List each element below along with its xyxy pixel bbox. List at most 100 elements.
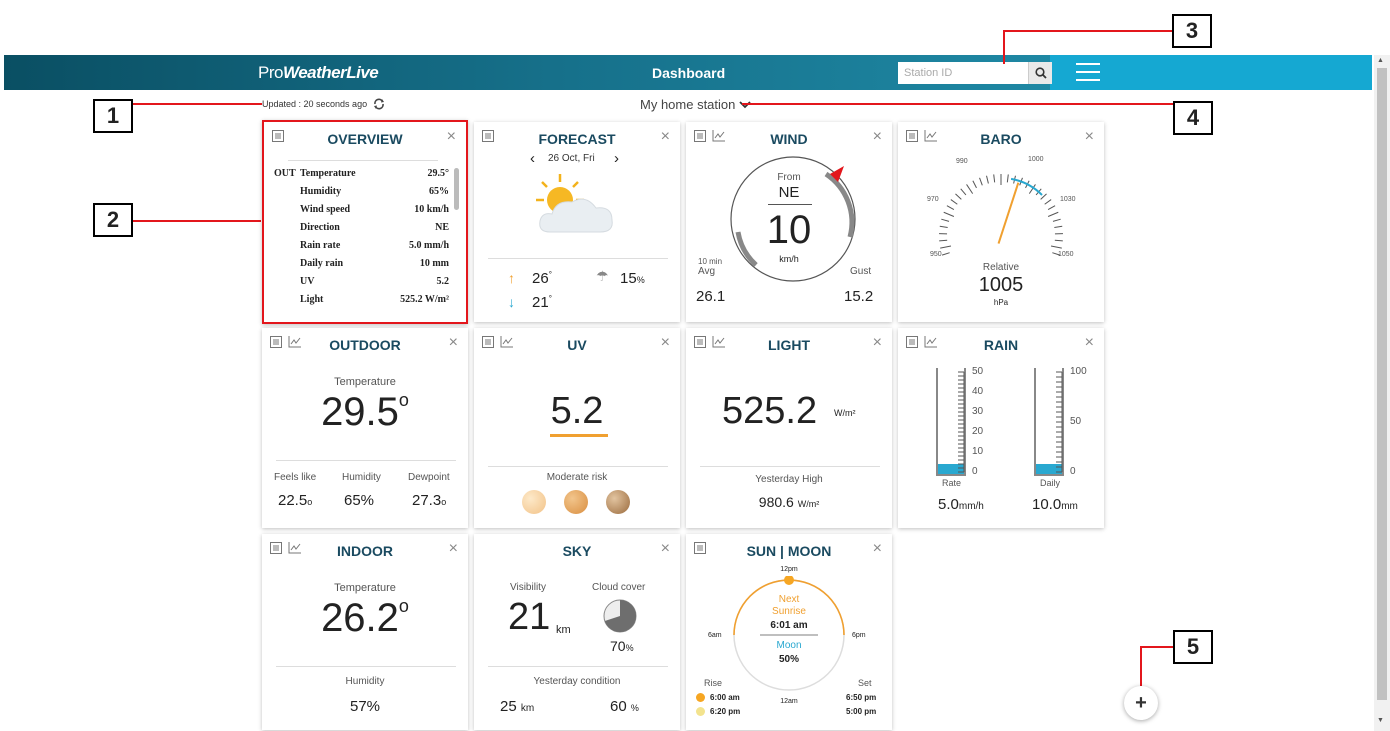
callout-4: 4 <box>1173 101 1213 135</box>
callout-1: 1 <box>93 99 133 133</box>
wind-title: WIND <box>770 131 808 147</box>
callout-3: 3 <box>1172 14 1212 48</box>
low-arrow-icon: ↓ <box>508 294 515 310</box>
divider <box>276 460 456 461</box>
forecast-title: FORECAST <box>538 131 616 147</box>
overview-row-label: Daily rain <box>300 258 344 269</box>
station-selector[interactable]: My home station <box>640 97 752 112</box>
moon-rise-time: 6:20 pm <box>710 707 741 716</box>
overview-row-value: 29.5° <box>427 168 450 179</box>
light-title: LIGHT <box>768 337 810 353</box>
feels-label: Feels like <box>274 472 317 483</box>
prev-day-button[interactable]: ‹ <box>530 150 535 167</box>
uv-value: 5.2 <box>550 390 604 432</box>
set-label: Set <box>858 678 872 688</box>
baro-tick-970: 970 <box>927 196 939 203</box>
close-icon[interactable]: × <box>873 334 882 352</box>
refresh-icon[interactable] <box>373 98 385 110</box>
overview-row-value: 5.0 mm/h <box>409 240 449 251</box>
temp-label: Temperature <box>334 376 396 388</box>
yesterday-high-label: Yesterday High <box>755 474 823 485</box>
overview-row-value: 10 mm <box>419 258 449 269</box>
divider <box>488 258 668 259</box>
station-id-input[interactable] <box>898 62 1028 84</box>
close-icon[interactable]: × <box>873 540 882 558</box>
light-value: 525.2 <box>722 390 818 432</box>
uv-level-bar <box>550 434 608 437</box>
sunrise-label: Sunrise <box>772 606 806 617</box>
rate-label: Rate <box>942 478 962 488</box>
divider <box>700 466 880 467</box>
rise-label: Rise <box>704 678 723 688</box>
time-12pm: 12pm <box>780 566 798 573</box>
feels-value: 22.5o <box>278 492 313 509</box>
app-logo[interactable]: ProWeatherLive <box>258 63 379 83</box>
avg-label-1: 10 min <box>698 257 723 266</box>
page-title: Dashboard <box>652 65 726 81</box>
close-icon[interactable]: × <box>873 128 882 146</box>
cloud-cover-pie <box>603 599 637 633</box>
rain-tick-label: 20 <box>972 426 984 437</box>
cloud-cover-value: 70% <box>610 638 634 654</box>
search-button[interactable] <box>1028 62 1052 84</box>
rain-tick-label: 0 <box>972 466 978 477</box>
sun-icon <box>696 693 705 702</box>
daily-scale <box>1056 371 1063 473</box>
overview-scrollbar[interactable] <box>454 168 459 210</box>
baro-tick-950: 950 <box>930 251 942 258</box>
close-icon[interactable]: × <box>449 540 458 558</box>
overview-row-value: 525.2 W/m² <box>400 294 449 305</box>
uv-card: UV × 5.2 Moderate risk <box>474 328 680 528</box>
umbrella-icon: ☂ <box>596 268 609 284</box>
dewpoint-value: 27.3o <box>412 492 447 509</box>
scroll-up-arrow[interactable]: ▲ <box>1377 57 1384 64</box>
callout-line-5b <box>1140 646 1142 686</box>
overview-row-value: NE <box>435 222 449 233</box>
rain-chance: 15% <box>620 270 645 287</box>
close-icon[interactable]: × <box>1085 128 1094 146</box>
close-icon[interactable]: × <box>449 334 458 352</box>
uv-title: UV <box>567 337 587 353</box>
light-unit: W/m² <box>834 408 856 418</box>
overview-row-value: 65% <box>429 186 449 197</box>
baro-gauge <box>939 174 1063 256</box>
callout-5: 5 <box>1173 630 1213 664</box>
rain-tick-label: 30 <box>972 406 984 417</box>
uv-risk: Moderate risk <box>546 472 608 483</box>
rain-tick-label: 10 <box>972 446 984 457</box>
callout-line-3b <box>1003 30 1005 64</box>
rate-scale <box>958 371 965 473</box>
baro-value: 1005 <box>978 274 1024 296</box>
overview-row-label: Humidity <box>300 186 342 197</box>
rain-tick-label: 0 <box>1070 466 1076 477</box>
baro-card: BARO × 990 1000 970 1030 950 1050 Relati… <box>898 122 1104 322</box>
wind-speed: 10 <box>766 208 812 252</box>
close-icon[interactable]: × <box>661 128 670 146</box>
humidity-value: 65% <box>344 492 375 509</box>
rain-rate-value: 5.0mm/h <box>938 496 984 513</box>
overview-row-label: UV <box>300 276 315 287</box>
baro-tick-1050: 1050 <box>1058 251 1074 258</box>
forecast-low: 21° <box>532 294 552 311</box>
skin-tone-dark <box>606 490 630 514</box>
add-widget-button[interactable]: + <box>1124 686 1158 720</box>
close-icon[interactable]: × <box>447 128 456 146</box>
scrollbar-thumb[interactable] <box>1377 68 1387 700</box>
overview-row-label: Temperature <box>300 168 356 179</box>
visibility-label: Visibility <box>510 582 546 593</box>
sun-set-time: 6:50 pm <box>846 693 877 702</box>
hamburger-icon[interactable] <box>1076 61 1100 83</box>
close-icon[interactable]: × <box>661 334 670 352</box>
next-day-button[interactable]: › <box>614 150 619 167</box>
overview-row-label: Rain rate <box>300 240 341 251</box>
dewpoint-label: Dewpoint <box>408 472 450 483</box>
light-card: LIGHT × 525.2 W/m² Yesterday High 980.6 … <box>686 328 892 528</box>
scroll-down-arrow[interactable]: ▼ <box>1377 717 1384 724</box>
overview-row-value: 10 km/h <box>414 204 449 215</box>
close-icon[interactable]: × <box>661 540 670 558</box>
close-icon[interactable]: × <box>1085 334 1094 352</box>
overview-row-label: Direction <box>300 222 340 233</box>
sunrise-time: 6:01 am <box>770 620 808 631</box>
overview-row-label: Wind speed <box>300 204 351 215</box>
callout-line-5 <box>1140 646 1173 648</box>
